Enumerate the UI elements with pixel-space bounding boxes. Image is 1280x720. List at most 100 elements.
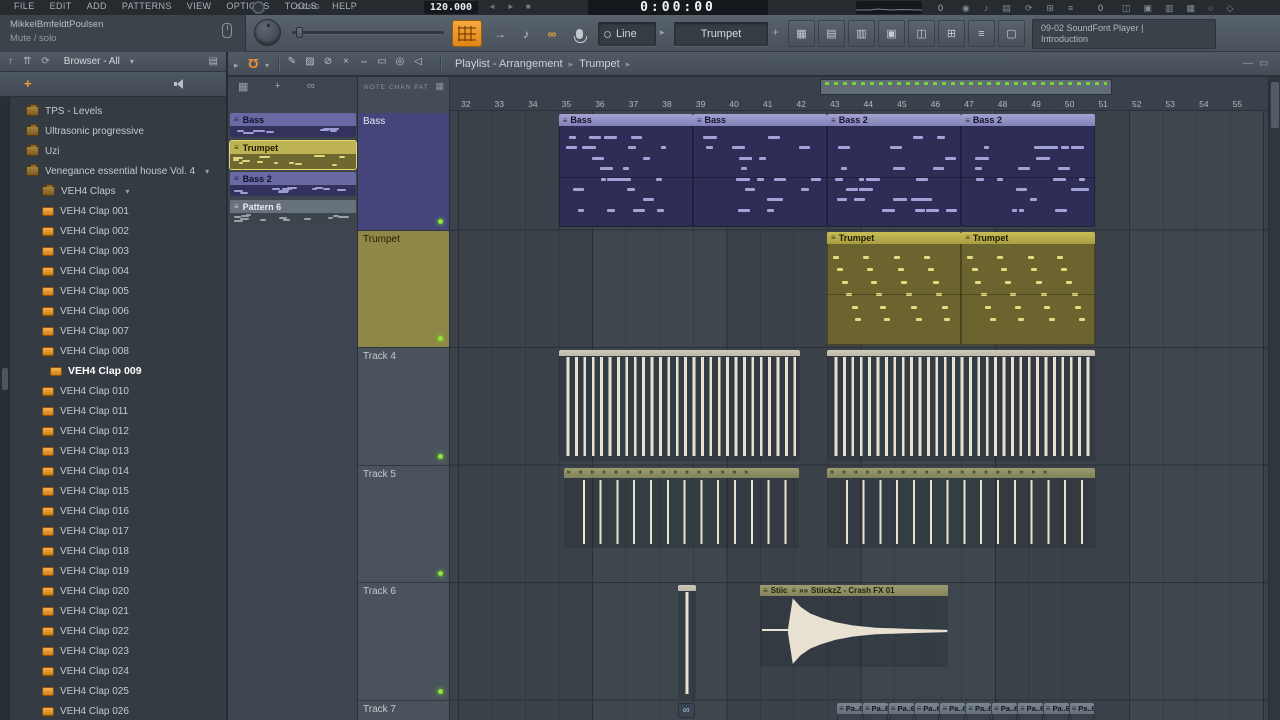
menu-patterns[interactable]: PATTERNS (122, 1, 172, 11)
paint-tool-icon[interactable]: ▨ (304, 56, 316, 67)
scrollbar-thumb[interactable] (1271, 82, 1279, 128)
browser-item-veh4-clap-017[interactable]: VEH4 Clap 017 (10, 521, 226, 541)
mini-pattern-clip[interactable]: ≡ Pa..6 (992, 702, 1017, 720)
browser-scrollbar[interactable] (0, 97, 10, 720)
slip-tool-icon[interactable]: ⇔ (358, 56, 370, 67)
browser-item-veh4-clap-020[interactable]: VEH4 Clap 020 (10, 581, 226, 601)
browser-item-veh4-claps[interactable]: VEH4 Claps ▾ (10, 181, 226, 201)
menu-view[interactable]: VIEW (187, 1, 212, 11)
browser-item-veh4-clap-008[interactable]: VEH4 Clap 008 (10, 341, 226, 361)
audio-clip[interactable] (558, 350, 801, 461)
browser-item-veh4-clap-015[interactable]: VEH4 Clap 015 (10, 481, 226, 501)
playlist-crumb[interactable]: Trumpet (579, 58, 620, 70)
up-icon[interactable]: ↑ (8, 56, 13, 67)
browser-item-veh4-clap-012[interactable]: VEH4 Clap 012 (10, 421, 226, 441)
main-pitch-slider[interactable] (292, 27, 444, 38)
tools-menu-button[interactable]: ▢ (998, 20, 1025, 47)
step-record-icon[interactable]: → (487, 20, 513, 47)
pattern-clip-bass[interactable]: ≡ Bass (558, 114, 693, 227)
playlist-overview-scrollbar[interactable] (450, 77, 1268, 97)
browser-item-veh4-clap-002[interactable]: VEH4 Clap 002 (10, 221, 226, 241)
browser-item-tps-levels[interactable]: TPS - Levels (10, 101, 226, 121)
browser-dropdown-icon[interactable]: ▾ (130, 57, 134, 66)
pattern-item-bass-2[interactable]: ≡ Bass 2 (230, 172, 356, 196)
mini-pattern-clip[interactable]: ≡ Pa..6 (1069, 702, 1095, 720)
plugin-picker-button[interactable]: ⊞ (938, 20, 965, 47)
browser-item-veh4-clap-005[interactable]: VEH4 Clap 005 (10, 281, 226, 301)
record-knob[interactable] (252, 1, 265, 14)
draw-tool-icon[interactable]: ✎ (286, 56, 298, 67)
playback-tool-icon[interactable]: ◁ (412, 56, 424, 67)
timeline-ruler[interactable]: 32 33 34 35 36 37 38 39 40 41 42 43 44 45 46 47 48 49 50 51… (450, 97, 1268, 111)
panel-toggle-icon-3[interactable]: ▥ (1165, 3, 1174, 14)
zoom-tool-icon[interactable]: ◎ (394, 56, 406, 67)
browser-add-button[interactable]: + (24, 76, 32, 91)
collapse-all-icon[interactable]: ⇈ (23, 56, 31, 67)
shape-tool-selector[interactable]: Line (598, 22, 656, 46)
menu-add[interactable]: ADD (87, 1, 107, 11)
refresh-icon[interactable]: ⟳ (41, 56, 49, 67)
browser-item-veh4-clap-003[interactable]: VEH4 Clap 003 (10, 241, 226, 261)
browser-item-veh4-clap-022[interactable]: VEH4 Clap 022 (10, 621, 226, 641)
mini-pattern-clip[interactable]: ≡ Pa..6 (888, 702, 914, 720)
mini-pattern-clip[interactable]: ≡ Pa..6 (966, 702, 992, 720)
track-header-track-6[interactable]: Track 6 (358, 583, 449, 701)
delete-tool-icon[interactable]: ⊘ (322, 56, 334, 67)
playlist-minimize-button[interactable]: — (1243, 58, 1253, 69)
note-snap-icon[interactable]: ♪ (513, 20, 539, 47)
browser-item-veh4-clap-016[interactable]: VEH4 Clap 016 (10, 501, 226, 521)
multilink-icon[interactable]: ≡ (1068, 3, 1073, 14)
piano-roll-button[interactable]: ▤ (818, 20, 845, 47)
pattern-grid-button[interactable] (452, 20, 482, 47)
touch-controller-button[interactable]: ≡ (968, 20, 995, 47)
mini-pattern-clip[interactable]: ≡ Pa..6 (837, 702, 862, 720)
track-status-light[interactable] (438, 688, 443, 694)
browser-item-veh4-clap-021[interactable]: VEH4 Clap 021 (10, 601, 226, 621)
panel-toggle-icon-1[interactable]: ◫ (1122, 3, 1131, 14)
audio-clip-stiickz[interactable]: ≡Stiickz (759, 585, 789, 667)
browser-item-ultrasonic-progressive[interactable]: Ultrasonic progressive (10, 121, 226, 141)
song-mode-label[interactable]: SONG (296, 4, 321, 11)
pattern-item-pattern-6[interactable]: ≡ Pattern 6 (230, 200, 356, 224)
playlist-button[interactable]: ▦ (788, 20, 815, 47)
browser-item-veh4-clap-001[interactable]: VEH4 Clap 001 (10, 201, 226, 221)
playlist-collapse-icon[interactable]: ▸ (234, 60, 239, 71)
track-status-light[interactable] (438, 571, 443, 576)
channel-rack-button[interactable]: ▥ (848, 20, 875, 47)
speaker-icon[interactable] (174, 79, 186, 89)
track-header-trumpet[interactable]: Trumpet (358, 230, 449, 348)
browser-item-veh4-clap-025[interactable]: VEH4 Clap 025 (10, 681, 226, 701)
track-status-light[interactable] (438, 218, 443, 224)
browser-item-veh4-clap-007[interactable]: VEH4 Clap 007 (10, 321, 226, 341)
track-header-bass[interactable]: Bass (358, 113, 449, 231)
pattern-selector[interactable]: Trumpet (674, 22, 768, 46)
mute-tool-icon[interactable]: × (340, 56, 352, 67)
pattern-clip-trumpet[interactable]: ≡ Trumpet (961, 231, 1096, 345)
track-header-track-5[interactable]: Track 5 (358, 465, 449, 583)
browser-item-veh4-clap-023[interactable]: VEH4 Clap 023 (10, 641, 226, 661)
time-display[interactable]: 0:00:00 (588, 0, 768, 15)
browser-item-veh4-clap-018[interactable]: VEH4 Clap 018 (10, 541, 226, 561)
loop-record-icon[interactable]: ⟳ (1025, 3, 1033, 14)
playlist-maximize-button[interactable]: ▭ (1259, 58, 1268, 69)
panel-toggle-icon-2[interactable]: ▣ (1144, 3, 1153, 14)
mini-pattern-clip[interactable]: ≡ Pa..6 (914, 702, 940, 720)
audio-clip[interactable] (827, 350, 1096, 461)
pattern-item-bass[interactable]: ≡ Bass (230, 113, 356, 137)
wait-for-input-icon[interactable]: ♪ (984, 3, 989, 14)
pattern-clip-bass-2[interactable]: ≡ Bass 2 (961, 114, 1096, 227)
browser-item-veh4-clap-019[interactable]: VEH4 Clap 019 (10, 561, 226, 581)
audio-clip[interactable]: » » » » » » » » » » » » » » » » (563, 467, 799, 548)
scrollbar-thumb[interactable] (2, 368, 8, 390)
typing-link-icon[interactable]: ∞ (539, 20, 565, 47)
pattern-clip-bass[interactable]: ≡ Bass (692, 114, 828, 227)
playlist-vertical-scrollbar[interactable] (1268, 77, 1280, 720)
step-edit-icon[interactable]: ⊞ (1046, 3, 1054, 14)
select-tool-icon[interactable]: ▭ (376, 56, 388, 67)
rewind-icon[interactable]: ◄ (488, 2, 496, 11)
pattern-clip-bass-2[interactable]: ≡ Bass 2 (827, 114, 962, 227)
menu-help[interactable]: HELP (332, 1, 357, 11)
metronome-icon[interactable]: ◉ (962, 3, 970, 14)
tempo-display[interactable]: 120.000 (424, 1, 478, 14)
snap-magnet-icon[interactable]: Ω (248, 56, 258, 71)
